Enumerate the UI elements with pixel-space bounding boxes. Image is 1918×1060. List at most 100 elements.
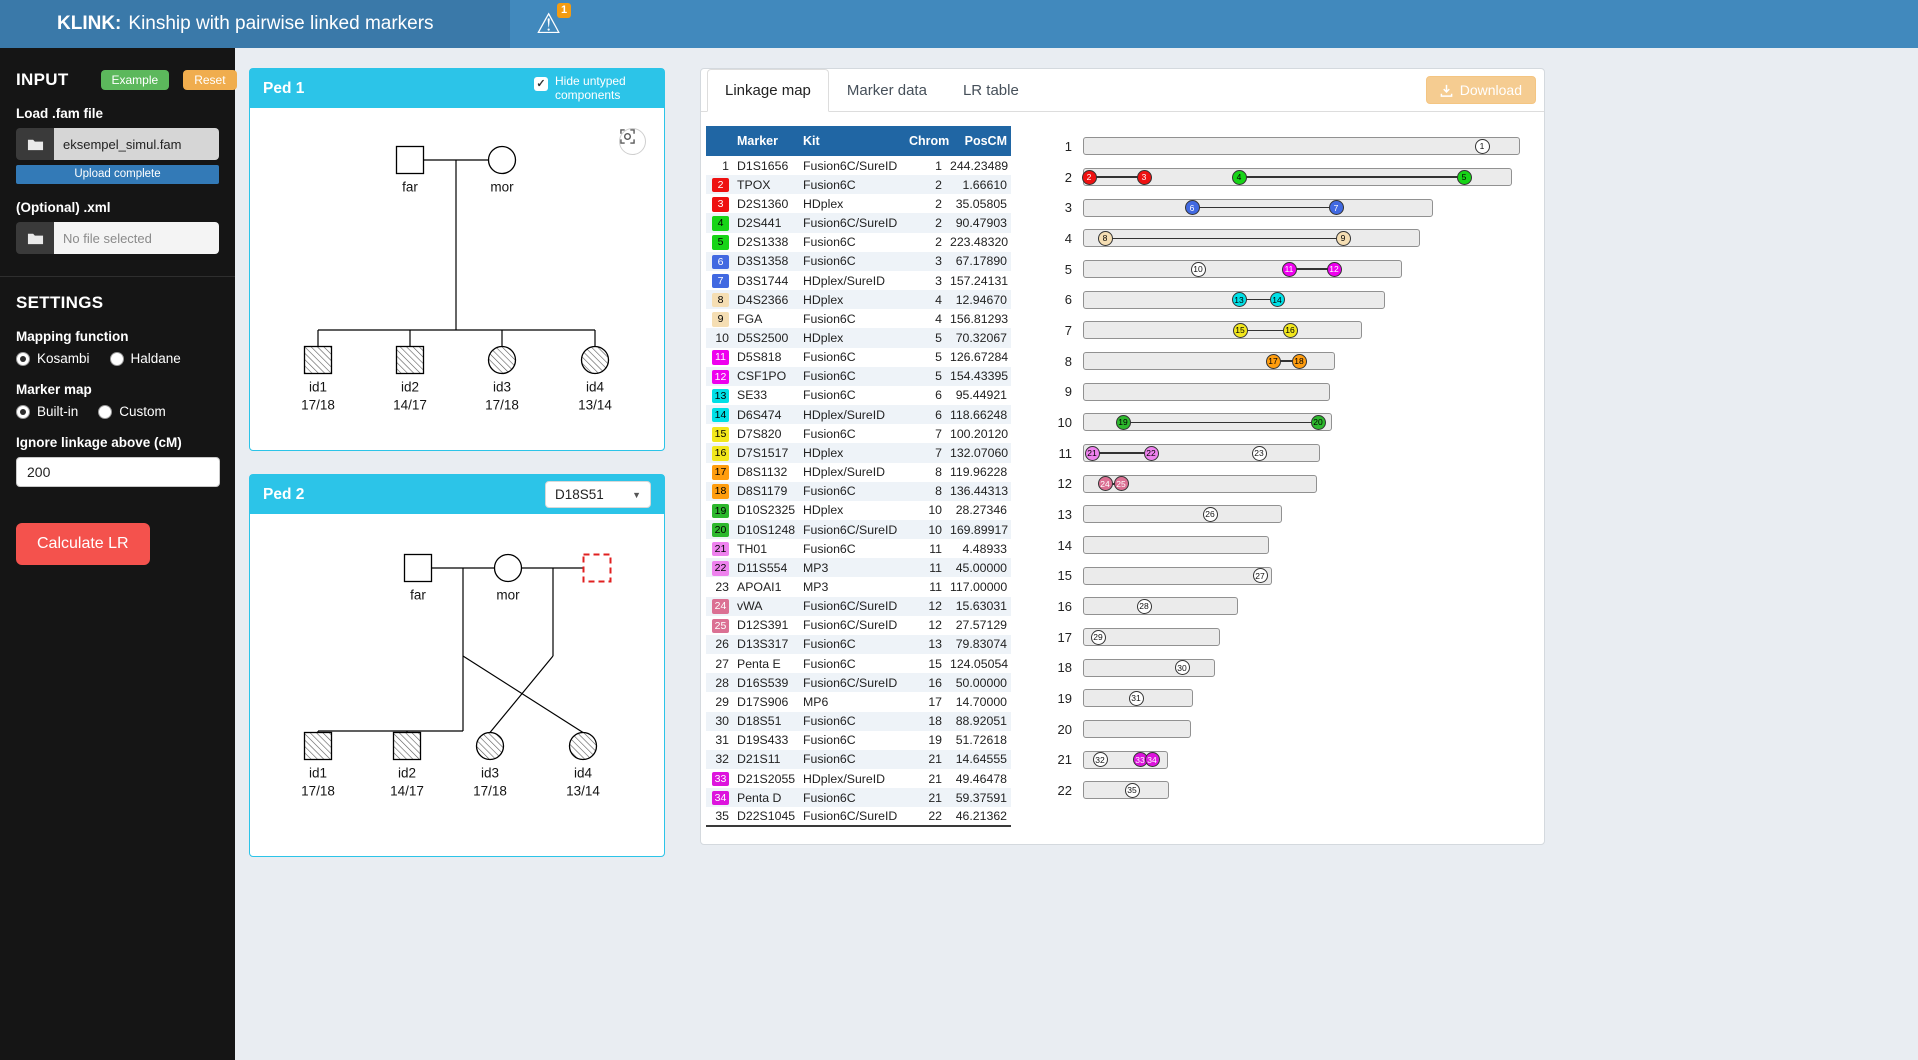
- main-content: Ped 1 ✓ Hide untyped components farmorid…: [235, 48, 1918, 1060]
- snapshot-button[interactable]: [619, 128, 646, 155]
- row-index-cell: 19: [706, 501, 733, 520]
- chromosome-row: 1830: [1031, 652, 1536, 683]
- person-label: id2: [398, 766, 416, 781]
- ped2-plot: farmorid117/18id214/17id317/18id413/14: [250, 514, 664, 856]
- person-genotype: 14/17: [393, 398, 427, 413]
- marker-name-cell: D3S1744: [733, 271, 799, 290]
- marker-name-cell: D16S539: [733, 673, 799, 692]
- row-index-cell: 8: [706, 290, 733, 309]
- chrom-cell: 21: [905, 750, 946, 769]
- marker-color-chip: 24: [712, 599, 729, 614]
- fam-file-input[interactable]: eksempel_simul.fam: [16, 128, 219, 160]
- chromosome-label: 19: [1031, 691, 1083, 706]
- col-index-header[interactable]: [706, 126, 733, 156]
- row-index-cell: 24: [706, 597, 733, 616]
- radio-built-in[interactable]: Built-in: [16, 404, 78, 419]
- marker-name-cell: vWA: [733, 597, 799, 616]
- chromosome-label: 3: [1031, 200, 1083, 215]
- person-label: id1: [309, 766, 327, 781]
- reset-button[interactable]: Reset: [183, 70, 236, 90]
- viewfinder-icon: [620, 129, 635, 144]
- radio-dot: [110, 352, 124, 366]
- row-index-cell: 13: [706, 386, 733, 405]
- row-index-cell: 26: [706, 635, 733, 654]
- radio-custom[interactable]: Custom: [98, 404, 166, 419]
- table-row: 6D3S1358Fusion6C367.17890: [706, 252, 1011, 271]
- tab-lr-table[interactable]: LR table: [945, 69, 1037, 111]
- chromosome-row: 81718: [1031, 346, 1536, 377]
- table-row: 19D10S2325HDplex1028.27346: [706, 501, 1011, 520]
- sidebar: INPUT Example Reset Load .fam file eksem…: [0, 48, 235, 1060]
- marker-name-cell: D11S554: [733, 558, 799, 577]
- table-row: 24vWAFusion6C/SureID1215.63031: [706, 597, 1011, 616]
- radio-dot: [16, 352, 30, 366]
- radio-kosambi[interactable]: Kosambi: [16, 351, 90, 366]
- chromosome-label: 9: [1031, 384, 1083, 399]
- marker-name-cell: APOAI1: [733, 577, 799, 596]
- ped2-header: Ped 2 D18S51 ▼: [250, 475, 664, 514]
- marker-name-cell: D6S474: [733, 405, 799, 424]
- chromosome-label: 2: [1031, 170, 1083, 185]
- tab-linkage-map[interactable]: Linkage map: [707, 69, 829, 112]
- chromosome-row: 21323334: [1031, 744, 1536, 775]
- warning-count-badge: 1: [557, 3, 571, 18]
- kit-cell: Fusion6C: [799, 482, 905, 501]
- radio-custom-label: Custom: [119, 404, 166, 419]
- linkage-threshold-input[interactable]: [16, 457, 220, 487]
- poscm-cell: 46.21362: [946, 807, 1011, 826]
- row-index-cell: 17: [706, 463, 733, 482]
- marker-dot: 20: [1311, 415, 1326, 430]
- kit-cell: Fusion6C/SureID: [799, 597, 905, 616]
- col-chrom-header[interactable]: Chrom: [905, 126, 946, 156]
- chromosome-row: 1326: [1031, 499, 1536, 530]
- row-index-cell: 4: [706, 213, 733, 232]
- marker-dot: 16: [1283, 323, 1298, 338]
- marker-color-chip: 14: [712, 408, 729, 423]
- example-button[interactable]: Example: [101, 70, 170, 90]
- chromosome-row: 20: [1031, 714, 1536, 745]
- chrom-cell: 11: [905, 558, 946, 577]
- results-card: Linkage map Marker data LR table Downloa…: [700, 68, 1545, 845]
- table-row: 15D7S820Fusion6C7100.20120: [706, 424, 1011, 443]
- table-row: 13SE33Fusion6C695.44921: [706, 386, 1011, 405]
- chromosome-bar: 27: [1083, 567, 1272, 585]
- chromosome-bar: 67: [1083, 199, 1433, 217]
- xml-file-input[interactable]: No file selected: [16, 222, 219, 254]
- row-index-cell: 18: [706, 482, 733, 501]
- poscm-cell: 27.57129: [946, 616, 1011, 635]
- marker-select[interactable]: D18S51 ▼: [545, 481, 651, 508]
- ped1-plot: farmorid117/18id214/17id317/18id413/14: [250, 108, 664, 450]
- marker-name-cell: D5S818: [733, 348, 799, 367]
- hide-untyped-checkbox[interactable]: ✓ Hide untyped components: [534, 75, 651, 103]
- col-kit-header[interactable]: Kit: [799, 126, 905, 156]
- marker-dot: 19: [1116, 415, 1131, 430]
- kit-cell: MP6: [799, 692, 905, 711]
- chromosome-row: 22345: [1031, 162, 1536, 193]
- warning-indicator[interactable]: ⚠ 1: [536, 0, 561, 48]
- person-placeholder: [584, 555, 611, 582]
- col-poscm-header[interactable]: PosCM: [946, 126, 1011, 156]
- row-index-cell: 32: [706, 750, 733, 769]
- chromosome-label: 17: [1031, 630, 1083, 645]
- marker-link-line: [1092, 452, 1151, 454]
- app-title: KLINK: Kinship with pairwise linked mark…: [0, 0, 510, 48]
- marker-name-cell: D2S441: [733, 213, 799, 232]
- download-button[interactable]: Download: [1426, 76, 1536, 104]
- radio-haldane[interactable]: Haldane: [110, 351, 181, 366]
- chromosome-label: 16: [1031, 599, 1083, 614]
- chromosome-bar: 1718: [1083, 352, 1335, 370]
- person-label: id4: [574, 766, 593, 781]
- row-index-cell: 25: [706, 616, 733, 635]
- row-index-cell: 11: [706, 348, 733, 367]
- tab-marker-data[interactable]: Marker data: [829, 69, 945, 111]
- kit-cell: Fusion6C/SureID: [799, 520, 905, 539]
- chromosome-row: 71516: [1031, 315, 1536, 346]
- chrom-cell: 3: [905, 252, 946, 271]
- marker-link-line: [1105, 238, 1343, 240]
- kit-cell: Fusion6C: [799, 654, 905, 673]
- person-label: mor: [496, 588, 520, 603]
- col-marker-header[interactable]: Marker: [733, 126, 799, 156]
- chromosome-row: 14: [1031, 530, 1536, 561]
- calculate-lr-button[interactable]: Calculate LR: [16, 523, 150, 565]
- poscm-cell: 136.44313: [946, 482, 1011, 501]
